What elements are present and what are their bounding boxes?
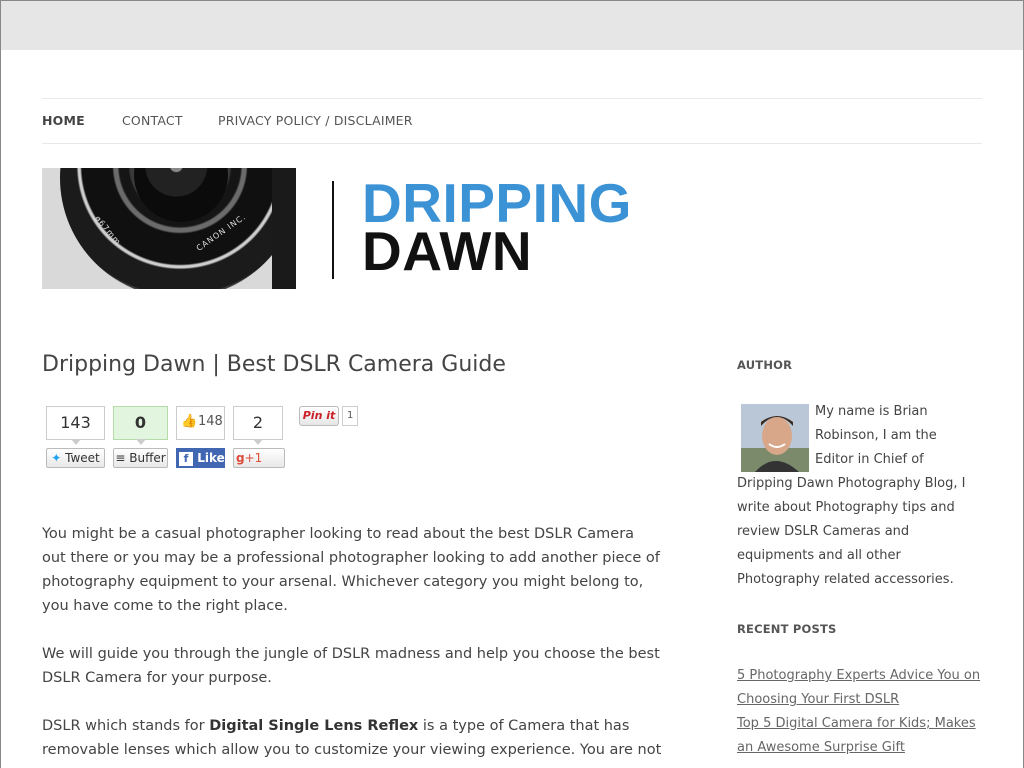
gplus-count: 2 xyxy=(233,406,283,445)
dslr-definition-bold: Digital Single Lens Reflex xyxy=(209,718,419,734)
buffer-button-label: Buffer xyxy=(129,451,166,465)
facebook-count-box: 👍 148 xyxy=(176,406,225,440)
facebook-count: 148 xyxy=(198,414,223,429)
author-bio: My name is Brian Robinson, I am the Edit… xyxy=(737,400,977,592)
header-camera-image[interactable]: CANON INC. ø67mm xyxy=(42,168,296,289)
paragraph-3-start: DSLR which stands for xyxy=(42,718,210,734)
tweet-count: 143 xyxy=(46,406,105,445)
twitter-bird-icon: ✦ xyxy=(51,451,62,465)
tweet-button-label: Tweet xyxy=(65,451,100,465)
facebook-f-icon: f xyxy=(179,452,193,466)
facebook-like: 👍 148 f Like xyxy=(176,406,225,468)
avatar-spacer xyxy=(737,400,815,472)
gplus-icon: g xyxy=(236,451,245,465)
intro-paragraph-2: We will guide you through the jungle of … xyxy=(42,646,660,686)
camera-body xyxy=(272,168,296,289)
buffer-stack-icon: ≡ xyxy=(115,451,126,465)
buffer-count: 0 xyxy=(113,406,168,445)
gplus-button[interactable]: g+1 xyxy=(233,448,285,468)
frame-border-left xyxy=(0,49,1,768)
recent-posts-list: 5 Photography Experts Advice You on Choo… xyxy=(737,664,982,760)
browser-top-bar xyxy=(0,0,1024,50)
buffer-button[interactable]: ≡ Buffer xyxy=(113,448,168,468)
tweet-button[interactable]: ✦ Tweet xyxy=(46,448,105,468)
logo-divider xyxy=(332,181,334,279)
buffer-share: 0 ≡ Buffer xyxy=(113,406,168,468)
recent-post-link[interactable]: Top 5 Digital Camera for Kids; Makes an … xyxy=(737,712,982,760)
facebook-like-label: Like xyxy=(197,451,225,465)
main-navigation: HOME CONTACT PRIVACY POLICY / DISCLAIMER xyxy=(42,98,982,144)
author-heading: AUTHOR xyxy=(737,358,793,372)
nav-item-privacy-policy[interactable]: PRIVACY POLICY / DISCLAIMER xyxy=(218,113,413,128)
gplus-button-label: +1 xyxy=(244,451,263,465)
nav-item-home[interactable]: HOME xyxy=(42,113,85,128)
recent-post-link[interactable]: 5 Photography Experts Advice You on Choo… xyxy=(737,664,982,712)
pinterest-pin-button[interactable]: Pin it xyxy=(299,406,339,426)
thumbs-up-icon: 👍 xyxy=(181,414,198,429)
page-title: Dripping Dawn | Best DSLR Camera Guide xyxy=(42,352,506,377)
pinterest-count: 1 xyxy=(342,406,359,426)
site-logo-line2[interactable]: DAWN xyxy=(362,222,532,280)
intro-paragraph-3: DSLR which stands for Digital Single Len… xyxy=(42,714,662,762)
nav-item-contact[interactable]: CONTACT xyxy=(122,113,183,128)
facebook-like-button[interactable]: f Like xyxy=(176,448,225,468)
tweet-share: 143 ✦ Tweet xyxy=(46,406,105,468)
pinterest-share: Pin it 1 xyxy=(299,406,359,426)
intro-paragraph-1: You might be a casual photographer looki… xyxy=(42,526,660,614)
gplus-share: 2 g+1 xyxy=(233,406,285,468)
recent-posts-heading: RECENT POSTS xyxy=(737,622,837,636)
